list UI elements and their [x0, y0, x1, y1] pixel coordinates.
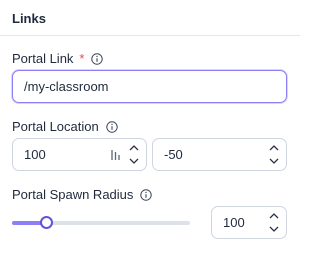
portal-location-label-row: Portal Location: [12, 119, 118, 134]
links-panel: Links Portal Link * /my-classroom Portal…: [0, 0, 300, 253]
chevron-up-icon[interactable]: [127, 142, 141, 154]
chevron-down-icon[interactable]: [267, 223, 281, 235]
spawn-radius-slider[interactable]: [12, 216, 190, 229]
portal-spawn-radius-label-row: Portal Spawn Radius: [12, 187, 153, 202]
portal-location-y-stepper: [267, 142, 281, 167]
chevron-down-icon[interactable]: [127, 155, 141, 167]
portal-spawn-radius-stepper: [267, 210, 281, 235]
info-icon[interactable]: [140, 188, 153, 201]
section-title: Links: [12, 11, 46, 26]
portal-location-label: Portal Location: [12, 119, 99, 134]
spawn-radius-slider-thumb[interactable]: [40, 216, 53, 229]
required-marker: *: [79, 51, 85, 66]
portal-link-input[interactable]: /my-classroom: [12, 70, 287, 103]
portal-location-x-stepper: [127, 142, 141, 167]
section-header: Links: [0, 0, 300, 36]
info-icon[interactable]: [91, 52, 104, 65]
portal-location-x-input[interactable]: 100: [12, 138, 147, 171]
portal-link-value: /my-classroom: [24, 79, 109, 94]
portal-location-y-input[interactable]: -50: [152, 138, 287, 171]
portal-spawn-radius-label: Portal Spawn Radius: [12, 187, 134, 202]
info-icon[interactable]: [106, 120, 118, 133]
chevron-down-icon[interactable]: [267, 155, 281, 167]
drag-handle-icon[interactable]: [110, 148, 122, 162]
portal-spawn-radius-input[interactable]: 100: [211, 206, 287, 239]
chevron-up-icon[interactable]: [267, 210, 281, 222]
chevron-up-icon[interactable]: [267, 142, 281, 154]
portal-link-label: Portal Link: [12, 51, 74, 66]
portal-link-label-row: Portal Link *: [12, 51, 104, 66]
